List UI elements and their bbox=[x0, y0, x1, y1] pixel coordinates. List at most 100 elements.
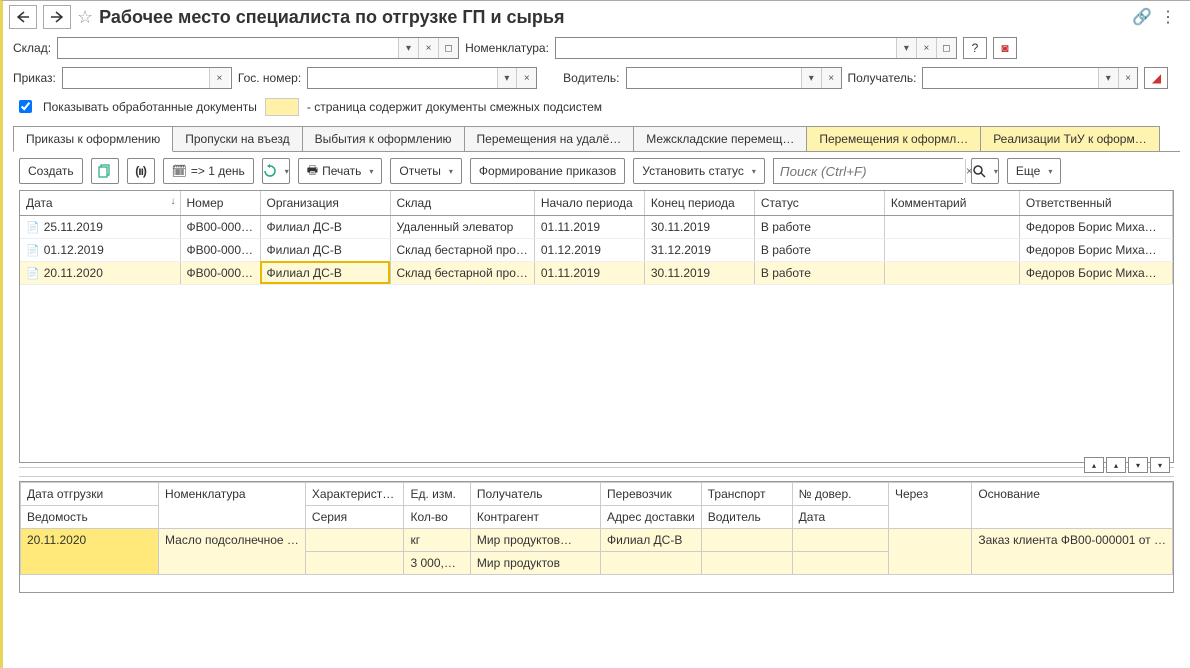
bcol-basis[interactable]: Основание bbox=[972, 483, 1173, 529]
calendar-icon: 🗓 bbox=[172, 164, 187, 178]
legend-swatch bbox=[265, 98, 299, 116]
split-up[interactable]: ▴ bbox=[1106, 457, 1126, 473]
gosnumber-dropdown[interactable]: ▾ bbox=[497, 68, 517, 88]
nomenclature-clear[interactable]: × bbox=[916, 38, 936, 58]
camera-button[interactable]: ◙ bbox=[993, 37, 1017, 59]
recipient-input[interactable] bbox=[923, 68, 1097, 88]
main-table[interactable]: Дата↓ Номер Организация Склад Начало пер… bbox=[20, 191, 1173, 285]
recipient-label: Получатель: bbox=[848, 71, 917, 85]
col-number[interactable]: Номер bbox=[180, 191, 260, 215]
bcol-shipdate[interactable]: Дата отгрузки bbox=[21, 483, 159, 506]
recipient-dropdown[interactable]: ▾ bbox=[1098, 68, 1118, 88]
driver-label: Водитель: bbox=[563, 71, 619, 85]
bcol-recipient[interactable]: Получатель bbox=[470, 483, 600, 506]
tab-departures[interactable]: Выбытия к оформлению bbox=[302, 126, 465, 151]
document-icon: 📄 bbox=[26, 268, 40, 280]
document-icon: 📄 bbox=[26, 222, 40, 234]
reports-button[interactable]: Отчеты▾ bbox=[390, 158, 462, 184]
refresh-button[interactable]: ▾ bbox=[262, 158, 290, 184]
bcol-nomen[interactable]: Номенклатура bbox=[159, 483, 306, 529]
copy-button[interactable] bbox=[91, 158, 119, 184]
document-icon: 📄 bbox=[26, 245, 40, 257]
more-vertical-icon[interactable]: ⋮ bbox=[1160, 7, 1176, 27]
nomenclature-open[interactable]: ◻ bbox=[936, 38, 956, 58]
tab-interwarehouse[interactable]: Межскладские перемещ… bbox=[633, 126, 807, 151]
warehouse-input[interactable] bbox=[58, 38, 398, 58]
search-icon bbox=[972, 164, 986, 178]
bcol-dover[interactable]: № довер. bbox=[792, 483, 888, 506]
tab-sales[interactable]: Реализации ТиУ к оформ… bbox=[980, 126, 1160, 151]
split-bottom[interactable]: ▾ bbox=[1150, 457, 1170, 473]
tab-passes[interactable]: Пропуски на въезд bbox=[172, 126, 302, 151]
search-input[interactable] bbox=[774, 159, 965, 183]
col-start[interactable]: Начало периода bbox=[534, 191, 644, 215]
col-warehouse[interactable]: Склад bbox=[390, 191, 534, 215]
gosnumber-clear[interactable]: × bbox=[516, 68, 536, 88]
table-row[interactable]: 📄20.11.2020 ФВ00-000… Филиал ДС-В Склад … bbox=[20, 261, 1173, 284]
recipient-clear[interactable]: × bbox=[1118, 68, 1138, 88]
col-end[interactable]: Конец периода bbox=[644, 191, 754, 215]
col-status[interactable]: Статус bbox=[754, 191, 884, 215]
more-button[interactable]: Еще▾ bbox=[1007, 158, 1061, 184]
set-status-button[interactable]: Установить статус▾ bbox=[633, 158, 765, 184]
col-comment[interactable]: Комментарий bbox=[884, 191, 1019, 215]
barcode-icon: (ıı) bbox=[135, 164, 146, 178]
bcol-qty[interactable]: Кол-во bbox=[404, 506, 470, 529]
gosnumber-label: Гос. номер: bbox=[238, 71, 301, 85]
bcol-transport[interactable]: Транспорт bbox=[701, 483, 792, 506]
tab-orders[interactable]: Приказы к оформлению bbox=[13, 126, 173, 152]
barcode-button[interactable]: (ıı) bbox=[127, 158, 155, 184]
extra-button[interactable]: ◢ bbox=[1144, 67, 1168, 89]
col-org[interactable]: Организация bbox=[260, 191, 390, 215]
nomenclature-input[interactable] bbox=[556, 38, 896, 58]
form-orders-button[interactable]: Формирование приказов bbox=[470, 158, 625, 184]
warehouse-label: Склад: bbox=[13, 41, 51, 55]
warehouse-open[interactable]: ◻ bbox=[438, 38, 458, 58]
order-input[interactable] bbox=[63, 68, 209, 88]
tab-transfers-process[interactable]: Перемещения к оформл… bbox=[806, 126, 981, 151]
warehouse-clear[interactable]: × bbox=[418, 38, 438, 58]
tab-transfers-remote[interactable]: Перемещения на удалё… bbox=[464, 126, 635, 151]
table-row[interactable]: 📄01.12.2019 ФВ00-000… Филиал ДС-В Склад … bbox=[20, 238, 1173, 261]
split-down[interactable]: ▾ bbox=[1128, 457, 1148, 473]
bcol-date[interactable]: Дата bbox=[792, 506, 888, 529]
bcol-char[interactable]: Характерист… bbox=[305, 483, 404, 506]
col-date[interactable]: Дата↓ bbox=[20, 191, 180, 215]
splitter[interactable]: ▴ ▴ ▾ ▾ bbox=[19, 467, 1174, 477]
col-responsible[interactable]: Ответственный bbox=[1019, 191, 1172, 215]
detail-table[interactable]: Дата отгрузки Номенклатура Характерист… … bbox=[20, 482, 1173, 575]
arrow-right-icon bbox=[50, 11, 64, 23]
show-processed-checkbox[interactable] bbox=[19, 100, 32, 113]
bcol-address[interactable]: Адрес доставки bbox=[601, 506, 702, 529]
nomenclature-dropdown[interactable]: ▾ bbox=[896, 38, 916, 58]
table-row[interactable]: 📄25.11.2019 ФВ00-000… Филиал ДС-В Удален… bbox=[20, 215, 1173, 238]
sort-down-icon: ↓ bbox=[171, 196, 176, 207]
bcol-series[interactable]: Серия bbox=[305, 506, 404, 529]
favorite-star-icon[interactable]: ☆ bbox=[77, 7, 93, 28]
tabs: Приказы к оформлению Пропуски на въезд В… bbox=[13, 126, 1180, 152]
copy-icon bbox=[98, 164, 112, 178]
bcol-contragent[interactable]: Контрагент bbox=[470, 506, 600, 529]
create-button[interactable]: Создать bbox=[19, 158, 83, 184]
driver-dropdown[interactable]: ▾ bbox=[801, 68, 821, 88]
bcol-unit[interactable]: Ед. изм. bbox=[404, 483, 470, 506]
link-icon[interactable]: 🔗 bbox=[1132, 7, 1152, 27]
split-top[interactable]: ▴ bbox=[1084, 457, 1104, 473]
forward-button[interactable] bbox=[43, 5, 71, 29]
detail-row[interactable]: 20.11.2020 Масло подсолнечное … кг Мир п… bbox=[21, 529, 1173, 552]
bcol-sheet[interactable]: Ведомость bbox=[21, 506, 159, 529]
print-button[interactable]: 🖶 Печать▾ bbox=[298, 158, 383, 184]
driver-input[interactable] bbox=[627, 68, 801, 88]
back-button[interactable] bbox=[9, 5, 37, 29]
bcol-via[interactable]: Через bbox=[888, 483, 971, 529]
bcol-carrier[interactable]: Перевозчик bbox=[601, 483, 702, 506]
order-clear[interactable]: × bbox=[209, 68, 229, 88]
search-button[interactable]: ▾ bbox=[971, 158, 999, 184]
driver-clear[interactable]: × bbox=[821, 68, 841, 88]
help-button[interactable]: ? bbox=[963, 37, 987, 59]
bcol-driver[interactable]: Водитель bbox=[701, 506, 792, 529]
gosnumber-input[interactable] bbox=[308, 68, 496, 88]
nomenclature-label: Номенклатура: bbox=[465, 41, 549, 55]
warehouse-dropdown[interactable]: ▾ bbox=[398, 38, 418, 58]
oneday-button[interactable]: 🗓 => 1 день bbox=[163, 158, 254, 184]
